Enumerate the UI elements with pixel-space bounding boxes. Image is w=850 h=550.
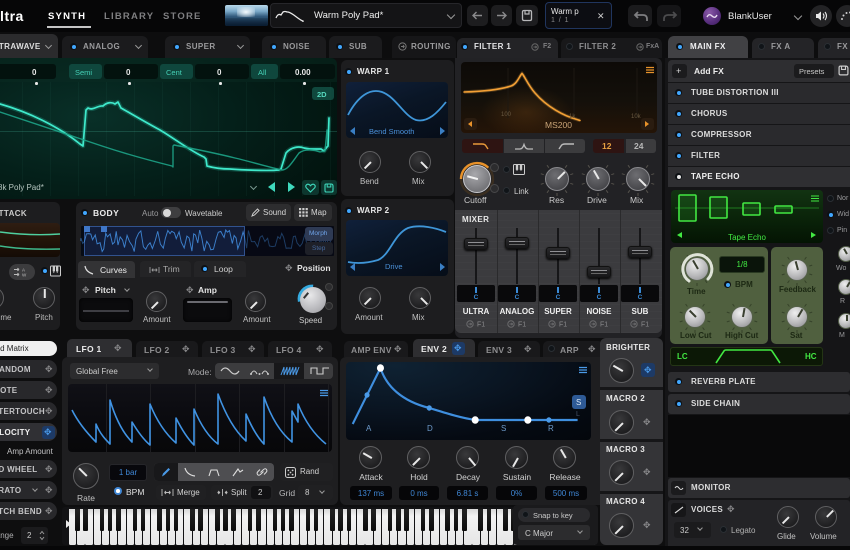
svg-text:W: W <box>22 273 27 278</box>
svg-text:10k: 10k <box>631 114 642 120</box>
svg-text:F1: F1 <box>518 322 526 329</box>
svg-text:F1: F1 <box>600 322 608 329</box>
svg-text:F1: F1 <box>559 322 567 329</box>
svg-text:F1: F1 <box>477 322 485 329</box>
svg-text:100: 100 <box>501 112 512 118</box>
svg-text:F1: F1 <box>641 322 649 329</box>
